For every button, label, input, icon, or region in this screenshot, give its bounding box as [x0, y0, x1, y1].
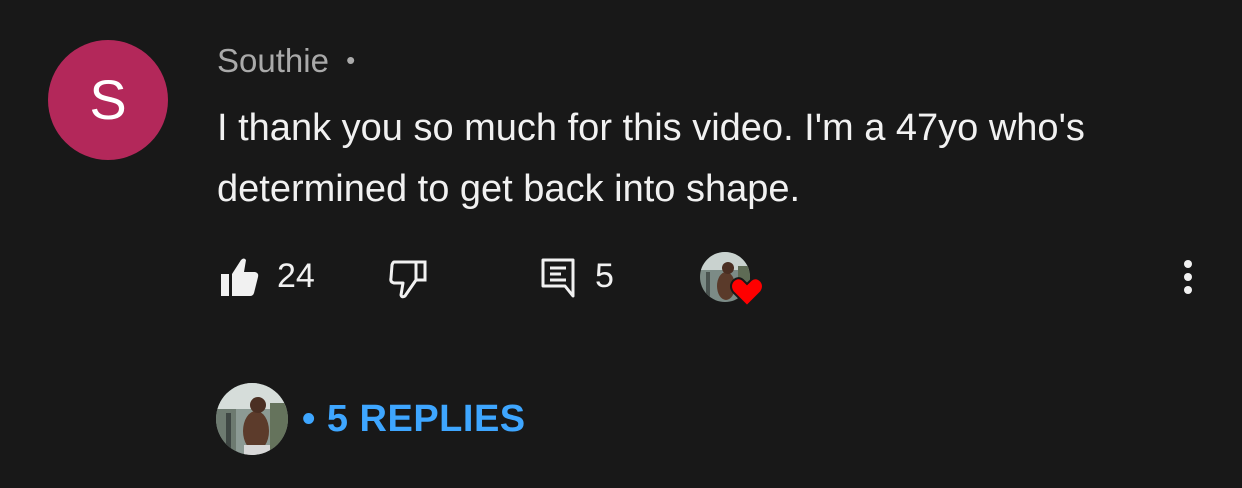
replies-label[interactable]: • 5 REPLIES	[302, 398, 526, 441]
comment-card: S Southie • I thank you so much for this…	[0, 0, 1242, 488]
thumbs-down-icon	[389, 260, 427, 299]
comment-actions: 24 5	[0, 0, 1242, 488]
thumbs-up-icon	[221, 258, 259, 296]
comment-meta: Southie •	[217, 42, 355, 80]
creator-heart-badge[interactable]	[700, 252, 766, 310]
creator-avatar	[216, 383, 288, 455]
more-options-button[interactable]	[1176, 258, 1200, 298]
meta-separator: •	[346, 45, 356, 75]
reply-count: 5	[595, 257, 614, 295]
more-vert-icon	[1184, 260, 1192, 294]
heart-icon	[730, 277, 764, 308]
like-button[interactable]	[216, 256, 261, 298]
author-avatar[interactable]: S	[48, 40, 168, 160]
view-replies-link[interactable]: • 5 REPLIES	[216, 383, 536, 459]
reply-button[interactable]	[539, 256, 579, 298]
like-count: 24	[277, 257, 315, 295]
comment-icon	[541, 258, 575, 298]
comment-text: I thank you so much for this video. I'm …	[217, 107, 1085, 210]
author-name[interactable]: Southie	[217, 42, 329, 79]
dislike-button[interactable]	[386, 258, 431, 300]
